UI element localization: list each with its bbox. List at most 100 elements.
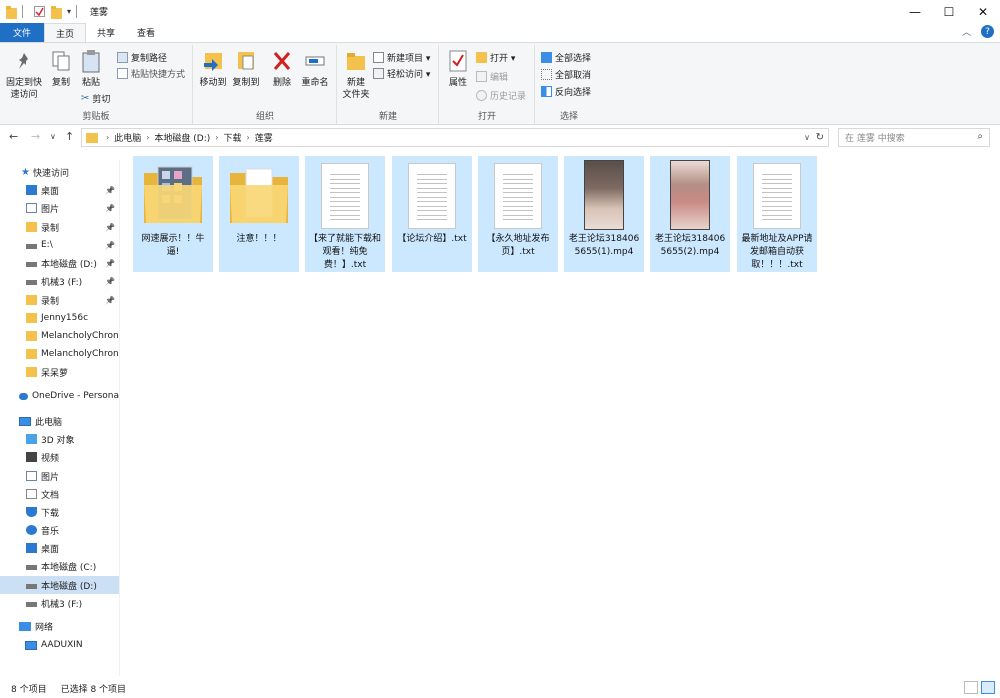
file-tile[interactable]: 【论坛介绍】.txt <box>392 156 472 272</box>
nav-quick-item[interactable]: 录制 📌 <box>0 291 119 309</box>
nav-quick-item[interactable]: 录制 📌 <box>0 218 119 236</box>
copy-path-button[interactable]: 复制路径 <box>117 50 167 65</box>
nav-pc-item[interactable]: 音乐 <box>0 521 119 539</box>
navigation-pane: ★ 快速访问 桌面 📌 图片 📌 录制 📌 E:\ 📌 本地磁盘 (D:) 📌 机械3 (F:) 📌 录… <box>0 160 120 676</box>
nav-quick-access-label: 快速访问 <box>32 168 69 179</box>
pin-quick-access-button[interactable]: 固定到快 速访问 <box>4 48 44 101</box>
pin-icon: 📌 <box>105 203 115 213</box>
file-tile[interactable]: 【来了就能下载和观看！纯免费！】.txt <box>305 156 385 272</box>
3d-objects-icon <box>26 434 37 444</box>
file-tile[interactable]: 网速展示！！牛逼! <box>133 156 213 272</box>
minimize-button[interactable]: — <box>898 0 932 23</box>
nav-onedrive[interactable]: OneDrive - Persona <box>0 387 119 405</box>
chevron-right-icon[interactable]: › <box>215 133 218 142</box>
nav-quick-access[interactable]: ★ 快速访问 <box>0 163 119 181</box>
nav-this-pc[interactable]: 此电脑 <box>0 412 119 430</box>
nav-quick-item[interactable]: E:\ 📌 <box>0 236 119 254</box>
tab-home[interactable]: 主页 <box>44 23 87 42</box>
tab-view[interactable]: 查看 <box>126 23 166 42</box>
new-folder-button[interactable]: 新建 文件夹 <box>340 48 372 101</box>
nav-quick-item[interactable]: MelancholyChroni <box>0 345 119 363</box>
window-title: 莲雾 <box>90 8 109 18</box>
nav-pc-item[interactable]: 本地磁盘 (D:) <box>0 576 119 594</box>
nav-pc-item[interactable]: 机械3 (F:) <box>0 594 119 612</box>
file-tile[interactable]: 老王论坛3184065655(2).mp4 <box>650 156 730 272</box>
forward-arrow-icon[interactable]: → <box>31 130 40 143</box>
paste-button[interactable]: 粘贴 <box>78 48 104 89</box>
nav-quick-item[interactable]: Jenny156c <box>0 309 119 327</box>
breadcrumb-downloads[interactable]: 下载 <box>223 131 241 144</box>
nav-pc-item[interactable]: 桌面 <box>0 539 119 557</box>
nav-network[interactable]: 网络 <box>0 617 119 635</box>
search-icon[interactable]: ⌕ <box>977 131 983 142</box>
folder-icon <box>86 132 98 143</box>
chevron-right-icon[interactable]: › <box>247 133 250 142</box>
easy-access-button[interactable]: 轻松访问 ▾ <box>373 66 430 81</box>
nav-pc-item[interactable]: 文档 <box>0 485 119 503</box>
nav-pc-item[interactable]: 图片 <box>0 467 119 485</box>
properties-check-icon[interactable] <box>34 6 45 17</box>
desktop-icon <box>26 543 37 553</box>
file-tile[interactable]: 【永久地址发布页】.txt <box>478 156 558 272</box>
ribbon: 固定到快 速访问 复制 粘贴 复制路径 粘贴快捷方式 ✂ 剪切 剪贴板 移动到 … <box>0 42 1000 125</box>
nav-quick-item[interactable]: 本地磁盘 (D:) 📌 <box>0 254 119 272</box>
copy-button[interactable]: 复制 <box>48 48 74 89</box>
select-all-button[interactable]: 全部选择 <box>541 50 591 65</box>
close-button[interactable]: ✕ <box>966 0 1000 23</box>
nav-quick-item[interactable]: 桌面 📌 <box>0 181 119 199</box>
help-icon[interactable]: ? <box>981 25 994 38</box>
refresh-icon[interactable]: ↻ <box>816 132 824 143</box>
paste-shortcut-button[interactable]: 粘贴快捷方式 <box>117 66 185 81</box>
edit-button[interactable]: 编辑 <box>476 69 508 84</box>
select-none-button[interactable]: 全部取消 <box>541 67 591 82</box>
nav-pc-item[interactable]: 本地磁盘 (C:) <box>0 557 119 575</box>
tab-file[interactable]: 文件 <box>0 23 44 42</box>
chevron-right-icon[interactable]: › <box>146 133 149 142</box>
maximize-button[interactable]: ☐ <box>932 0 966 23</box>
delete-button[interactable]: 删除 <box>269 48 295 89</box>
nav-quick-item[interactable]: 机械3 (F:) 📌 <box>0 272 119 290</box>
copy-to-button[interactable]: 复制到 <box>231 48 261 89</box>
large-icons-view-icon[interactable] <box>981 681 995 694</box>
nav-quick-item[interactable]: 呆呆萝 <box>0 363 119 381</box>
separator <box>22 5 23 18</box>
new-folder-quick-icon[interactable] <box>51 5 62 19</box>
up-arrow-icon[interactable]: ↑ <box>65 130 74 143</box>
breadcrumb-this-pc[interactable]: 此电脑 <box>114 131 141 144</box>
tab-share[interactable]: 共享 <box>86 23 126 42</box>
chevron-right-icon[interactable]: › <box>106 133 109 142</box>
address-dropdown-icon[interactable]: ∨ <box>804 133 810 142</box>
nav-network-computer[interactable]: AADUXIN <box>0 636 119 654</box>
breadcrumb-drive-d[interactable]: 本地磁盘 (D:) <box>154 131 210 144</box>
back-arrow-icon[interactable]: ← <box>9 130 18 143</box>
pictures-icon <box>26 471 37 481</box>
select-group-label: 选择 <box>559 112 578 122</box>
nav-pc-item[interactable]: 视频 <box>0 448 119 466</box>
recent-dropdown-icon[interactable]: ∨ <box>50 132 56 141</box>
details-view-icon[interactable] <box>964 681 978 694</box>
quick-access-dropdown-icon[interactable]: ▾ <box>67 7 71 16</box>
move-to-button[interactable]: 移动到 <box>198 48 228 89</box>
nav-quick-item[interactable]: MelancholyChroni <box>0 327 119 345</box>
status-bar: 8 个项目 已选择 8 个项目 <box>0 678 1000 698</box>
cut-button[interactable]: ✂ 剪切 <box>81 91 110 106</box>
history-button[interactable]: 历史记录 <box>476 88 526 103</box>
open-button[interactable]: 打开 ▾ <box>476 50 515 65</box>
file-tile[interactable]: 最新地址及APP请发邮箱自动获取！！！.txt <box>737 156 817 272</box>
invert-selection-button[interactable]: 反向选择 <box>541 84 591 99</box>
nav-pc-item[interactable]: 下载 <box>0 503 119 521</box>
file-tile[interactable]: 注意！！！ <box>219 156 299 272</box>
file-tile[interactable]: 老王论坛3184065655(1).mp4 <box>564 156 644 272</box>
move-to-icon <box>201 48 225 74</box>
paste-shortcut-icon <box>117 68 128 79</box>
properties-button[interactable]: 属性 <box>443 48 473 89</box>
folder-icon <box>26 367 37 377</box>
rename-button[interactable]: 重命名 <box>298 48 332 89</box>
nav-pc-item[interactable]: 3D 对象 <box>0 430 119 448</box>
breadcrumb-current[interactable]: 莲雾 <box>255 131 273 144</box>
nav-quick-item[interactable]: 图片 📌 <box>0 199 119 217</box>
address-bar[interactable]: › 此电脑 › 本地磁盘 (D:) › 下载 › 莲雾 ∨ ↻ <box>81 128 829 147</box>
collapse-ribbon-icon[interactable]: ︿ <box>962 25 971 38</box>
search-box[interactable]: 在 莲雾 中搜索 ⌕ <box>838 128 990 147</box>
new-item-button[interactable]: 新建项目 ▾ <box>373 50 430 65</box>
